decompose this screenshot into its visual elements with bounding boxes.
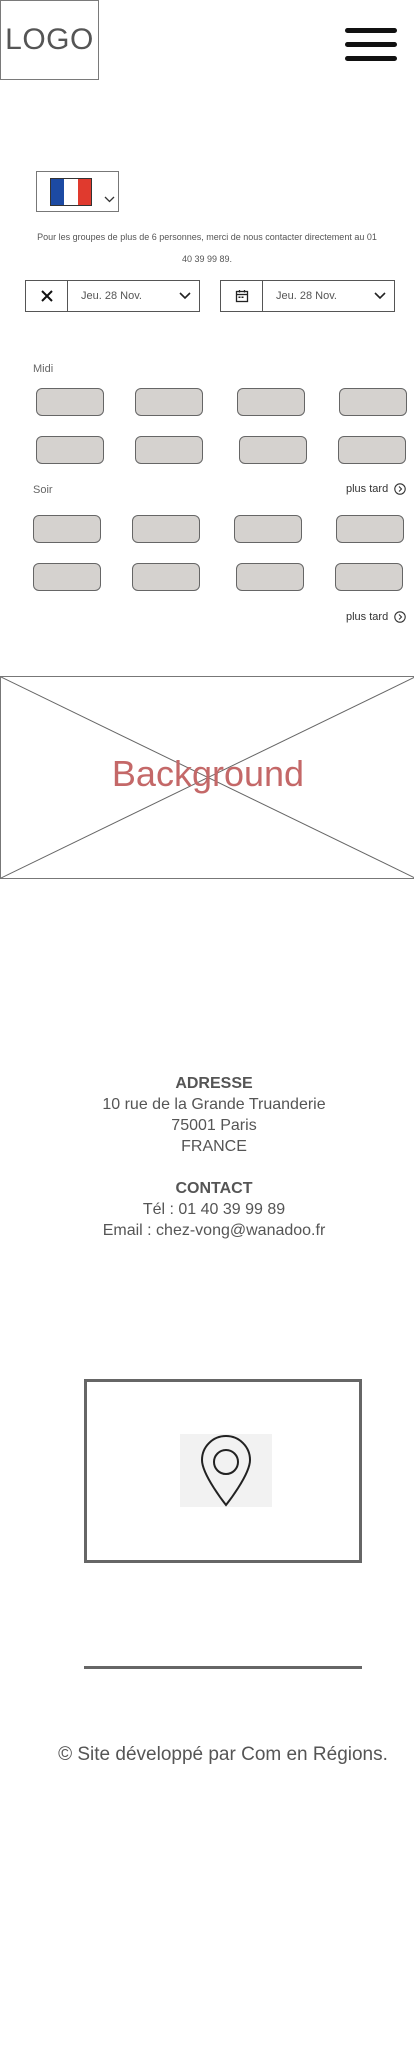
time-slot-button[interactable] [239, 436, 307, 464]
french-flag-icon [50, 178, 92, 206]
chevron-down-icon [374, 292, 386, 300]
date-value: Jeu. 28 Nov. [81, 290, 142, 302]
time-slot-button[interactable] [335, 563, 403, 591]
later-link[interactable]: plus tard [346, 611, 406, 623]
chevron-right-circle-icon [394, 483, 406, 495]
address-line: 10 rue de la Grande Truanderie [102, 1096, 326, 1113]
later-label: plus tard [346, 483, 389, 495]
contact-block: CONTACT Tél : 01 40 39 99 89 Email : che… [0, 1178, 414, 1241]
language-selector[interactable] [36, 171, 119, 212]
time-slot-button[interactable] [132, 563, 200, 591]
background-image-placeholder: Background [0, 676, 414, 879]
soir-label: Soir [33, 484, 53, 496]
footer-credit: © Site développé par Com en Régions. [58, 1744, 388, 1765]
calendar-icon [221, 281, 263, 311]
later-link[interactable]: plus tard [346, 483, 406, 495]
date-value: Jeu. 28 Nov. [276, 290, 337, 302]
close-icon[interactable] [26, 281, 68, 311]
address-line: 75001 Paris [171, 1117, 257, 1134]
time-slot-button[interactable] [132, 515, 200, 543]
time-slot-button[interactable] [234, 515, 302, 543]
time-slot-button[interactable] [33, 563, 101, 591]
map-placeholder[interactable] [84, 1379, 362, 1563]
midi-label: Midi [33, 363, 54, 375]
chevron-down-icon [179, 292, 191, 300]
time-slot-button[interactable] [36, 436, 104, 464]
time-slot-button[interactable] [135, 388, 203, 416]
group-booking-notice: Pour les groupes de plus de 6 personnes,… [20, 226, 394, 270]
contact-heading: CONTACT [175, 1180, 253, 1197]
later-label: plus tard [346, 611, 389, 623]
time-slot-button[interactable] [36, 388, 104, 416]
time-slot-button[interactable] [237, 388, 305, 416]
address-heading: ADRESSE [175, 1075, 253, 1092]
contact-phone[interactable]: Tél : 01 40 39 99 89 [0, 1199, 414, 1220]
time-slot-button[interactable] [33, 515, 101, 543]
time-slot-button[interactable] [236, 563, 304, 591]
map-pin-icon [180, 1434, 272, 1507]
chevron-right-circle-icon [394, 611, 406, 623]
address-block: ADRESSE 10 rue de la Grande Truanderie 7… [0, 1073, 414, 1157]
hamburger-menu-icon[interactable] [345, 26, 397, 64]
address-line: FRANCE [181, 1138, 247, 1155]
background-label: Background [111, 753, 305, 794]
chevron-down-icon [104, 196, 115, 203]
notice-line-2: 40 39 99 89. [181, 254, 233, 264]
logo[interactable]: LOGO [0, 0, 99, 80]
contact-email[interactable]: Email : chez-vong@wanadoo.fr [0, 1220, 414, 1241]
date-select-left[interactable]: Jeu. 28 Nov. [25, 280, 200, 312]
time-slot-button[interactable] [338, 436, 406, 464]
notice-line-1: Pour les groupes de plus de 6 personnes,… [37, 232, 377, 242]
time-slot-button[interactable] [339, 388, 407, 416]
time-slot-button[interactable] [336, 515, 404, 543]
footer-divider [84, 1666, 362, 1669]
time-slot-button[interactable] [135, 436, 203, 464]
date-select-right[interactable]: Jeu. 28 Nov. [220, 280, 395, 312]
